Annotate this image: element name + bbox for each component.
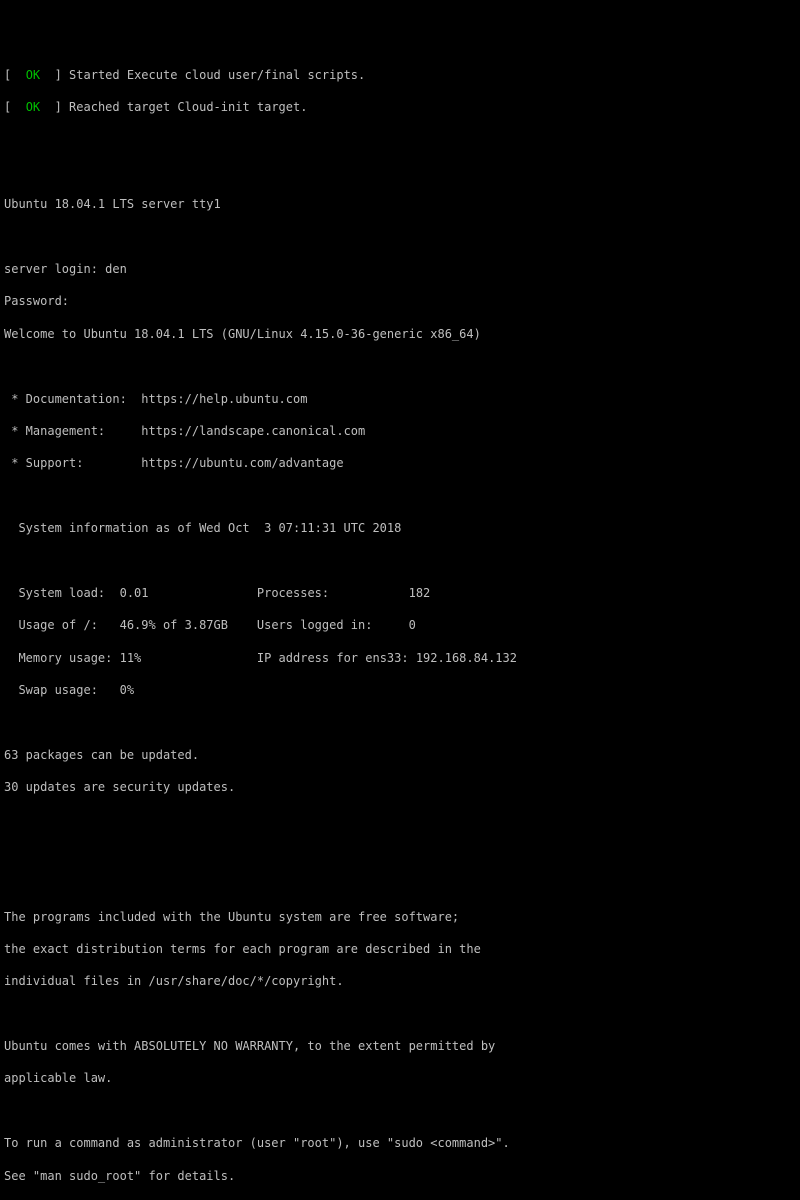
boot-line: [ OK ] Reached target Cloud-init target. xyxy=(4,99,796,115)
help-mgmt-line: * Management: https://landscape.canonica… xyxy=(4,423,796,439)
sysinfo-value: 0% xyxy=(120,683,134,697)
help-url: https://help.ubuntu.com xyxy=(141,392,307,406)
help-url: https://ubuntu.com/advantage xyxy=(141,456,343,470)
sudo-hint-line: To run a command as administrator (user … xyxy=(4,1135,796,1151)
boot-message: Reached target Cloud-init target. xyxy=(69,100,307,114)
blank-line xyxy=(4,132,796,148)
bracket: ] xyxy=(40,68,69,82)
sysinfo-label: Usage of /: xyxy=(4,618,120,632)
sysinfo-label: Swap usage: xyxy=(4,683,120,697)
blank-line xyxy=(4,714,796,730)
help-url: https://landscape.canonical.com xyxy=(141,424,365,438)
sysinfo-row: System load: 0.01 Processes: 182 xyxy=(4,585,796,601)
sysinfo-label: Memory usage: xyxy=(4,651,120,665)
sysinfo-value: 192.168.84.132 xyxy=(416,651,517,665)
legal-line: the exact distribution terms for each pr… xyxy=(4,941,796,957)
sysinfo-value: 182 xyxy=(409,586,431,600)
sysinfo-label: System load: xyxy=(4,586,120,600)
sysinfo-value: 0 xyxy=(409,618,416,632)
legal-line: individual files in /usr/share/doc/*/cop… xyxy=(4,973,796,989)
warranty-line: Ubuntu comes with ABSOLUTELY NO WARRANTY… xyxy=(4,1038,796,1054)
blank-line xyxy=(4,876,796,892)
sysinfo-label: Users logged in: xyxy=(257,618,409,632)
login-line: server login: den xyxy=(4,261,796,277)
login-prompt: server login: xyxy=(4,262,105,276)
help-label: * Management: xyxy=(4,424,141,438)
boot-line: [ OK ] Started Execute cloud user/final … xyxy=(4,67,796,83)
legal-line: The programs included with the Ubuntu sy… xyxy=(4,909,796,925)
sysinfo-value: 0.01 xyxy=(120,586,149,600)
help-label: * Documentation: xyxy=(4,392,141,406)
bracket: [ xyxy=(4,68,26,82)
blank-line xyxy=(4,552,796,568)
updates-line: 63 packages can be updated. xyxy=(4,747,796,763)
welcome-line: Welcome to Ubuntu 18.04.1 LTS (GNU/Linux… xyxy=(4,326,796,342)
help-doc-line: * Documentation: https://help.ubuntu.com xyxy=(4,391,796,407)
sysinfo-label: IP address for ens33: xyxy=(257,651,416,665)
blank-line xyxy=(4,229,796,245)
password-line[interactable]: Password: xyxy=(4,293,796,309)
sysinfo-row: Swap usage: 0% xyxy=(4,682,796,698)
sysinfo-header: System information as of Wed Oct 3 07:11… xyxy=(4,520,796,536)
bracket: ] xyxy=(40,100,69,114)
blank-line xyxy=(4,844,796,860)
blank-line xyxy=(4,488,796,504)
sysinfo-row: Usage of /: 46.9% of 3.87GB Users logged… xyxy=(4,617,796,633)
issue-line: Ubuntu 18.04.1 LTS server tty1 xyxy=(4,196,796,212)
blank-line xyxy=(4,811,796,827)
blank-line xyxy=(4,358,796,374)
help-label: * Support: xyxy=(4,456,141,470)
status-ok-icon: OK xyxy=(26,68,40,82)
blank-line xyxy=(4,164,796,180)
sudo-hint-line: See "man sudo_root" for details. xyxy=(4,1168,796,1184)
sysinfo-label: Processes: xyxy=(257,586,409,600)
sysinfo-value: 11% xyxy=(120,651,142,665)
status-ok-icon: OK xyxy=(26,100,40,114)
login-username[interactable]: den xyxy=(105,262,127,276)
updates-security-line: 30 updates are security updates. xyxy=(4,779,796,795)
blank-line xyxy=(4,1006,796,1022)
blank-line xyxy=(4,1103,796,1119)
sysinfo-value: 46.9% of 3.87GB xyxy=(120,618,228,632)
boot-message: Started Execute cloud user/final scripts… xyxy=(69,68,365,82)
sysinfo-row: Memory usage: 11% IP address for ens33: … xyxy=(4,650,796,666)
warranty-line: applicable law. xyxy=(4,1070,796,1086)
bracket: [ xyxy=(4,100,26,114)
help-support-line: * Support: https://ubuntu.com/advantage xyxy=(4,455,796,471)
